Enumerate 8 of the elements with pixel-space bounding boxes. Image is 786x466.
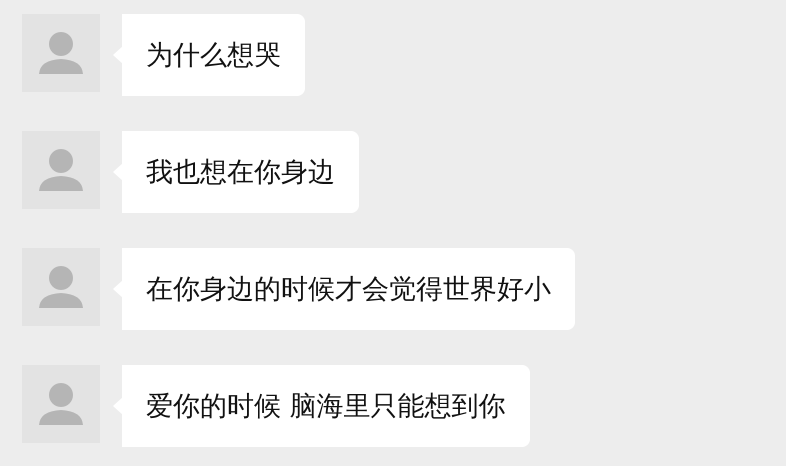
avatar-icon <box>22 365 100 443</box>
avatar-icon <box>22 131 100 209</box>
message-bubble: 爱你的时候 脑海里只能想到你 <box>113 365 530 447</box>
message-bubble: 在你身边的时候才会觉得世界好小 <box>113 248 575 330</box>
avatar-icon <box>22 248 100 326</box>
message-bubble: 为什么想哭 <box>113 14 305 96</box>
avatar-icon <box>22 14 100 92</box>
message-bubble: 我也想在你身边 <box>113 131 359 213</box>
